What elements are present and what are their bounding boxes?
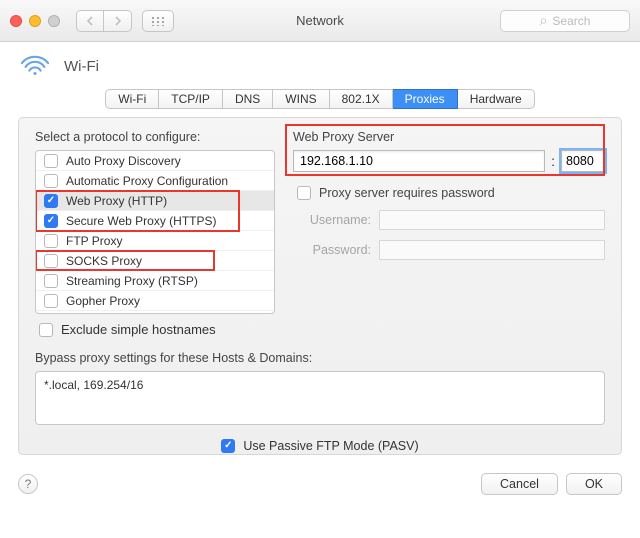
- wifi-icon: [20, 54, 50, 79]
- password-label: Password:: [293, 243, 371, 257]
- search-field[interactable]: Search: [500, 10, 630, 32]
- pasv-checkbox[interactable]: [221, 439, 235, 453]
- protocol-row-gopher-proxy[interactable]: Gopher Proxy: [36, 291, 274, 311]
- protocol-label: Secure Web Proxy (HTTPS): [66, 214, 216, 228]
- bypass-label: Bypass proxy settings for these Hosts & …: [35, 351, 605, 365]
- protocol-label: Streaming Proxy (RTSP): [66, 274, 198, 288]
- protocol-row-auto-config[interactable]: Automatic Proxy Configuration: [36, 171, 274, 191]
- protocol-label: Automatic Proxy Configuration: [66, 174, 228, 188]
- close-window-button[interactable]: [10, 15, 22, 27]
- username-input[interactable]: [379, 210, 605, 230]
- checkbox[interactable]: [44, 154, 58, 168]
- protocol-label: Web Proxy (HTTP): [66, 194, 167, 208]
- titlebar: Network Search: [0, 0, 640, 42]
- protocol-row-web-proxy[interactable]: Web Proxy (HTTP): [36, 191, 274, 211]
- pasv-row[interactable]: Use Passive FTP Mode (PASV): [35, 439, 605, 453]
- tab-dns[interactable]: DNS: [223, 89, 273, 109]
- protocol-label: SOCKS Proxy: [66, 254, 142, 268]
- tab-bar: Wi-Fi TCP/IP DNS WINS 802.1X Proxies Har…: [0, 89, 640, 109]
- protocol-list: Auto Proxy Discovery Automatic Proxy Con…: [35, 150, 275, 314]
- interface-header: Wi-Fi: [0, 42, 640, 89]
- forward-button[interactable]: [104, 10, 132, 32]
- protocol-label: FTP Proxy: [66, 234, 122, 248]
- help-button[interactable]: ?: [18, 474, 38, 494]
- checkbox[interactable]: [44, 234, 58, 248]
- tab-wins[interactable]: WINS: [273, 89, 329, 109]
- checkbox[interactable]: [44, 194, 58, 208]
- protocol-row-streaming-proxy[interactable]: Streaming Proxy (RTSP): [36, 271, 274, 291]
- exclude-hostnames-row[interactable]: Exclude simple hostnames: [39, 322, 275, 337]
- back-button[interactable]: [76, 10, 104, 32]
- proxy-server-title: Web Proxy Server: [293, 130, 605, 144]
- proxy-port-input[interactable]: [561, 150, 605, 172]
- proxies-panel: Select a protocol to configure: Auto Pro…: [18, 117, 622, 455]
- protocol-label: Auto Proxy Discovery: [66, 154, 181, 168]
- proxy-host-input[interactable]: [293, 150, 545, 172]
- tab-hardware[interactable]: Hardware: [458, 89, 535, 109]
- password-input[interactable]: [379, 240, 605, 260]
- protocol-label: Gopher Proxy: [66, 294, 140, 308]
- traffic-lights: [10, 15, 60, 27]
- username-row: Username:: [293, 210, 605, 230]
- protocol-row-ftp-proxy[interactable]: FTP Proxy: [36, 231, 274, 251]
- nav-back-forward: [76, 10, 132, 32]
- pasv-label: Use Passive FTP Mode (PASV): [243, 439, 418, 453]
- ok-button[interactable]: OK: [566, 473, 622, 495]
- exclude-hostnames-label: Exclude simple hostnames: [61, 322, 216, 337]
- cancel-button[interactable]: Cancel: [481, 473, 558, 495]
- exclude-hostnames-checkbox[interactable]: [39, 323, 53, 337]
- protocol-row-secure-web-proxy[interactable]: Secure Web Proxy (HTTPS): [36, 211, 274, 231]
- search-placeholder: Search: [552, 14, 590, 28]
- tab-tcpip[interactable]: TCP/IP: [159, 89, 223, 109]
- requires-password-label: Proxy server requires password: [319, 186, 495, 200]
- requires-password-row[interactable]: Proxy server requires password: [297, 186, 605, 200]
- checkbox[interactable]: [44, 294, 58, 308]
- search-icon: [540, 13, 548, 28]
- interface-name: Wi-Fi: [64, 58, 99, 75]
- bypass-textarea[interactable]: *.local, 169.254/16: [35, 371, 605, 425]
- grid-icon: [151, 16, 165, 26]
- protocol-row-socks-proxy[interactable]: SOCKS Proxy: [36, 251, 274, 271]
- username-label: Username:: [293, 213, 371, 227]
- protocol-select-label: Select a protocol to configure:: [35, 130, 275, 144]
- checkbox[interactable]: [44, 254, 58, 268]
- tab-wifi[interactable]: Wi-Fi: [105, 89, 159, 109]
- footer: ? Cancel OK: [0, 465, 640, 507]
- tab-proxies[interactable]: Proxies: [393, 89, 458, 109]
- proxy-server-row: :: [293, 150, 605, 172]
- password-row: Password:: [293, 240, 605, 260]
- zoom-window-button[interactable]: [48, 15, 60, 27]
- requires-password-checkbox[interactable]: [297, 186, 311, 200]
- checkbox[interactable]: [44, 274, 58, 288]
- checkbox[interactable]: [44, 174, 58, 188]
- protocol-row-auto-discovery[interactable]: Auto Proxy Discovery: [36, 151, 274, 171]
- minimize-window-button[interactable]: [29, 15, 41, 27]
- checkbox[interactable]: [44, 214, 58, 228]
- show-all-button[interactable]: [142, 10, 174, 32]
- host-port-separator: :: [551, 153, 555, 169]
- tab-8021x[interactable]: 802.1X: [330, 89, 393, 109]
